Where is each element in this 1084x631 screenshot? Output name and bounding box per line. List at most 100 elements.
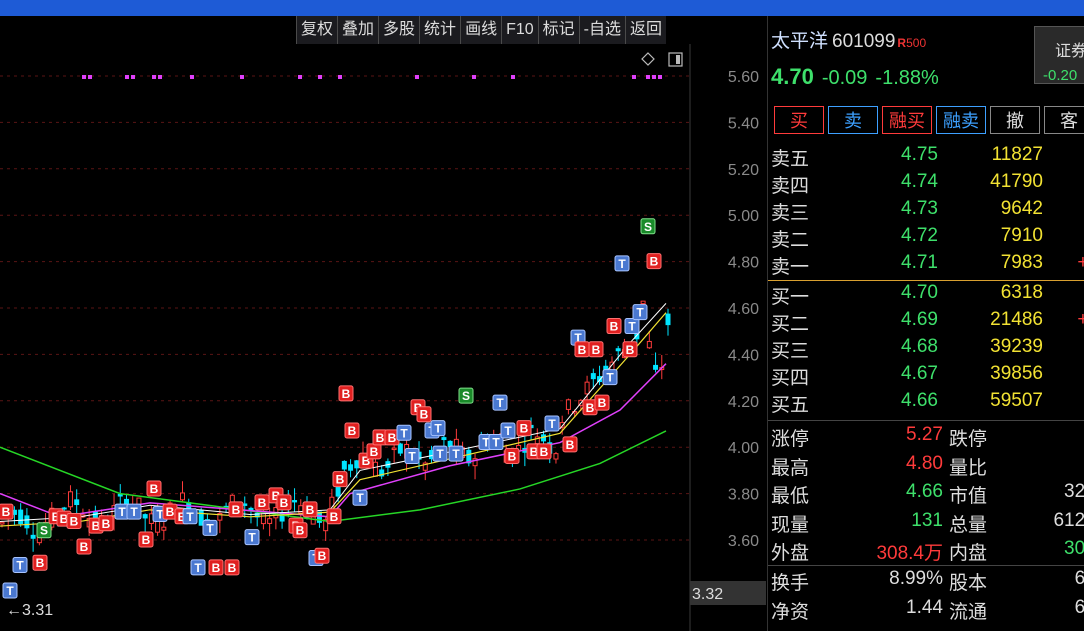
stat-label: 净资 [771,601,810,623]
bid-row[interactable]: 买二 4.69 21486 +1 [771,309,1084,336]
toolbar-draw-line[interactable]: 画线 [460,16,501,44]
trade-marker-label: T [548,417,556,431]
trade-marker-label: T [194,561,202,575]
book-label: 买五 [771,395,810,416]
candle-body [161,526,167,531]
stat-value: 8.99% [889,568,943,589]
panel-toggle-icon [668,52,683,67]
last-price: 4.70 [771,64,814,89]
candle-body [61,507,67,510]
trade-marker-label: B [598,396,607,410]
stat-value: 304. [1064,538,1084,559]
trade-marker-label: B [578,343,587,357]
securities-index-label: 证券 [1055,43,1084,60]
toolbar-multi-stock[interactable]: 多股 [378,16,419,44]
price-line: 4.70 -0.09 -1.88% [771,64,939,90]
ask-row[interactable]: 卖四 4.74 41790 [771,171,1084,198]
margin-buy-button[interactable]: 融买 [882,106,932,134]
stat-value: 4.66 [906,481,943,502]
chart-toolbar: 复权 叠加 多股 统计 画线 F10 标记 -自选 返回 [296,16,667,44]
buy-button[interactable]: 买 [774,106,824,134]
toolbar-restore-rights[interactable]: 复权 [296,16,337,44]
signal-dot [511,75,515,79]
candle-body [553,453,559,460]
kline-chart[interactable]: 5.60 5.40 5.20 5.00 4.80 4.60 4.40 4.20 4.00 3.80… [0,44,767,631]
bid-row[interactable]: 买四 4.67 39856 [771,363,1084,390]
ask-row[interactable]: 卖五 4.75 11827 [771,144,1084,171]
trade-marker-label: B [342,387,351,401]
book-label: 卖四 [771,176,810,197]
sell-button[interactable]: 卖 [828,106,878,134]
bid-row[interactable]: 买五 4.66 59507 [771,390,1084,417]
bid-row[interactable]: 买一4.706318+ [771,282,1084,309]
toolbar-overlay[interactable]: 叠加 [337,16,378,44]
trade-marker-label: B [258,496,267,510]
trade-marker-label: S [40,524,48,538]
book-label: 卖一 [771,257,810,278]
toolbar-mark[interactable]: 标记 [537,16,579,44]
toolbar-back[interactable]: 返回 [625,16,666,44]
ask-row[interactable]: 卖二 4.72 7910 [771,225,1084,252]
trade-marker-label: B [212,561,221,575]
book-volume: 7910 [1000,225,1043,246]
book-volume: 39239 [990,336,1043,357]
trade-marker-label: B [228,561,237,575]
ask-row[interactable]: 卖三4.739642- [771,198,1084,225]
y-tick-label: 3.60 [728,533,759,550]
book-label: 卖二 [771,230,810,251]
client-button[interactable]: 客 [1044,106,1084,134]
toolbar-statistics[interactable]: 统计 [419,16,460,44]
toolbar-f10[interactable]: F10 [501,16,538,44]
signal-dot [658,75,662,79]
securities-index-button[interactable]: 证券 -0.20 [1034,26,1084,84]
signal-dot [318,75,322,79]
ask-row[interactable]: 卖一 4.71 7983 +4 [771,252,1084,279]
book-volume: 39856 [990,363,1043,384]
stat-label: 最高 [771,457,810,479]
signal-dot [338,75,342,79]
trade-marker-label: B [70,514,79,528]
trade-marker-label: T [130,505,138,519]
trade-marker-label: T [496,396,504,410]
trade-marker-label: B [336,473,345,487]
stat-value: 68. [1075,597,1084,619]
trade-marker-label: B [586,401,595,415]
y-tick-label: 4.80 [728,255,759,272]
trade-marker-label: B [80,540,89,554]
low-price-annotation: ←3.31 [6,602,53,619]
stat-item: 外盘 308.4万 [771,538,943,565]
trade-marker-label: B [232,503,241,517]
bid-row[interactable]: 买三4.6839239- [771,336,1084,363]
toolbar-remove-watchlist[interactable]: -自选 [578,16,625,44]
trade-marker-label: B [592,343,601,357]
stock-name: 太平洋 [771,31,829,52]
stat-value: 1.44 [906,596,943,618]
signal-dot [82,75,86,79]
cancel-order-button[interactable]: 撤 [990,106,1040,134]
trade-marker-label: B [330,510,339,524]
book-volume: 11827 [991,144,1043,165]
stat-value: 68. [1075,568,1084,590]
candle-body [665,313,671,326]
stat-value: 5.27 [906,424,943,445]
candle-body [391,447,397,451]
candle-body [441,437,447,441]
trade-marker-label: T [16,559,24,573]
stat-item: 最低 4.66 [771,481,943,508]
margin-sell-button[interactable]: 融卖 [936,106,986,134]
book-delta: +4 [1077,252,1084,274]
y-tick-label: 4.00 [728,440,759,457]
candle-body [397,443,403,454]
y-tick-label: 3.80 [728,487,759,504]
book-price: 4.67 [901,363,938,384]
stat-item: 流通 68. [949,597,1084,624]
trade-marker-label: B [650,255,659,269]
book-label: 买一 [771,287,810,308]
price-change-pct: -1.88% [875,67,939,89]
y-tick-label: 5.40 [728,115,759,132]
trade-marker-label: T [6,584,14,598]
trade-marker-label: B [280,496,289,510]
candle-body [584,381,590,395]
signal-dot [125,75,129,79]
candle-body [292,500,298,503]
